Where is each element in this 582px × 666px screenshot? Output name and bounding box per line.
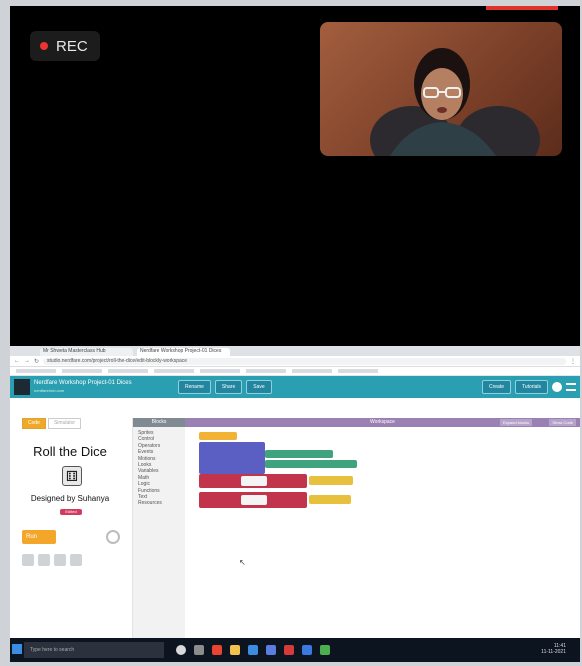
control-button[interactable] xyxy=(38,554,50,566)
preview-panel: Code Simulator Roll the Dice ⚅ Designed … xyxy=(10,418,133,638)
top-red-indicator xyxy=(486,6,558,10)
block-categories: Blocks Sprites Control Operators Events … xyxy=(133,418,185,638)
categories-header: Blocks xyxy=(133,418,185,427)
windows-taskbar: Type here to search 11:41 11-11-2021 xyxy=(10,638,580,662)
task-view-icon[interactable] xyxy=(194,645,204,655)
edge-icon[interactable] xyxy=(248,645,258,655)
record-dot-icon xyxy=(40,42,48,50)
bookmark-item[interactable] xyxy=(108,369,148,373)
create-button[interactable]: Create xyxy=(481,380,511,394)
zoom-icon[interactable] xyxy=(302,645,312,655)
bookmark-item[interactable] xyxy=(338,369,378,373)
bookmarks-bar xyxy=(10,367,580,376)
header-right-actions: Create Tutorials xyxy=(481,380,576,394)
share-button[interactable]: Share xyxy=(214,380,243,394)
hamburger-menu-icon[interactable] xyxy=(566,383,576,391)
editor-area: Code Simulator Roll the Dice ⚅ Designed … xyxy=(10,418,580,638)
bookmark-item[interactable] xyxy=(62,369,102,373)
math-block[interactable] xyxy=(309,476,353,485)
app-icon[interactable] xyxy=(320,645,330,655)
view-toggle: Code Simulator xyxy=(22,418,82,429)
windows-start-icon[interactable] xyxy=(12,644,22,654)
project-title: Nerdfare Workshop Project-01 Dices xyxy=(34,380,132,386)
bookmark-item[interactable] xyxy=(154,369,194,373)
run-button[interactable]: Run xyxy=(22,530,56,544)
event-block[interactable] xyxy=(199,432,237,440)
toggle-code[interactable]: Code xyxy=(22,418,46,429)
math-block[interactable] xyxy=(309,495,351,504)
project-title-block: Nerdfare Workshop Project-01 Dices nerdf… xyxy=(34,380,174,394)
project-heading: Roll the Dice xyxy=(33,444,107,459)
taskbar-clock[interactable]: 11:41 11-11-2021 xyxy=(541,643,566,655)
address-bar[interactable]: studio.nerdfare.com/project/roll-the-dic… xyxy=(43,357,566,365)
chrome-icon[interactable] xyxy=(212,645,222,655)
browser-tab-active[interactable]: Nerdfare Workshop Project-01 Dices xyxy=(137,348,230,356)
control-button[interactable] xyxy=(54,554,66,566)
text-block[interactable] xyxy=(265,450,333,458)
bookmark-item[interactable] xyxy=(200,369,240,373)
bookmark-item[interactable] xyxy=(292,369,332,373)
participant-video-tile[interactable] xyxy=(320,22,562,156)
video-call-frame: REC Mr Shweta Masterclass Hub Nerdfare W… xyxy=(10,6,580,662)
store-icon[interactable] xyxy=(266,645,276,655)
show-code-button[interactable]: Show Code xyxy=(549,419,576,426)
forward-icon[interactable]: → xyxy=(24,358,30,364)
control-button[interactable] xyxy=(22,554,34,566)
value-field[interactable] xyxy=(241,495,267,505)
help-icon[interactable] xyxy=(552,382,562,392)
cortana-icon[interactable] xyxy=(176,645,186,655)
sprite-block[interactable] xyxy=(199,442,265,474)
shared-screen: Mr Shweta Masterclass Hub Nerdfare Works… xyxy=(10,346,580,662)
menu-icon[interactable]: ⋮ xyxy=(570,358,576,365)
mouse-cursor-icon: ↖ xyxy=(239,558,246,567)
control-button[interactable] xyxy=(70,554,82,566)
recording-indicator: REC xyxy=(30,31,100,61)
tutorials-button[interactable]: Tutorials xyxy=(515,380,548,394)
rename-button[interactable]: Rename xyxy=(178,380,211,394)
project-subtitle: nerdfarehub.com xyxy=(34,388,65,393)
value-field[interactable] xyxy=(241,476,267,486)
reload-icon[interactable]: ↻ xyxy=(34,358,39,365)
app-icon[interactable] xyxy=(284,645,294,655)
workspace-header: Workspace Expand blocks Show Code xyxy=(185,418,580,427)
expand-blocks-button[interactable]: Expand blocks xyxy=(499,419,532,426)
status-badge: Edited xyxy=(60,509,82,515)
toggle-simulator[interactable]: Simulator xyxy=(47,418,82,429)
category-item[interactable]: Resources xyxy=(133,500,185,506)
reset-icon[interactable] xyxy=(106,530,120,544)
browser-address-row: ← → ↻ studio.nerdfare.com/project/roll-t… xyxy=(10,356,580,367)
workspace-title: Workspace xyxy=(370,419,395,425)
browser-tab-bar: Mr Shweta Masterclass Hub Nerdfare Works… xyxy=(10,346,580,356)
bookmark-item[interactable] xyxy=(246,369,286,373)
designer-credit: Designed by Suhanya xyxy=(30,494,110,503)
text-block[interactable] xyxy=(265,460,357,468)
taskbar-search[interactable]: Type here to search xyxy=(24,642,164,658)
recording-label: REC xyxy=(56,37,88,55)
back-icon[interactable]: ← xyxy=(14,358,20,364)
file-explorer-icon[interactable] xyxy=(230,645,240,655)
dice-icon: ⚅ xyxy=(62,466,82,486)
browser-tab[interactable]: Mr Shweta Masterclass Hub xyxy=(40,348,133,356)
blockly-workspace[interactable]: Workspace Expand blocks Show Code ↖ xyxy=(185,418,580,638)
participant-avatar-image xyxy=(370,48,540,156)
bookmark-item[interactable] xyxy=(16,369,56,373)
save-button[interactable]: Save xyxy=(246,380,272,394)
clock-date: 11-11-2021 xyxy=(541,649,566,655)
app-logo-icon[interactable] xyxy=(14,379,30,395)
app-header: Nerdfare Workshop Project-01 Dices nerdf… xyxy=(10,376,580,398)
